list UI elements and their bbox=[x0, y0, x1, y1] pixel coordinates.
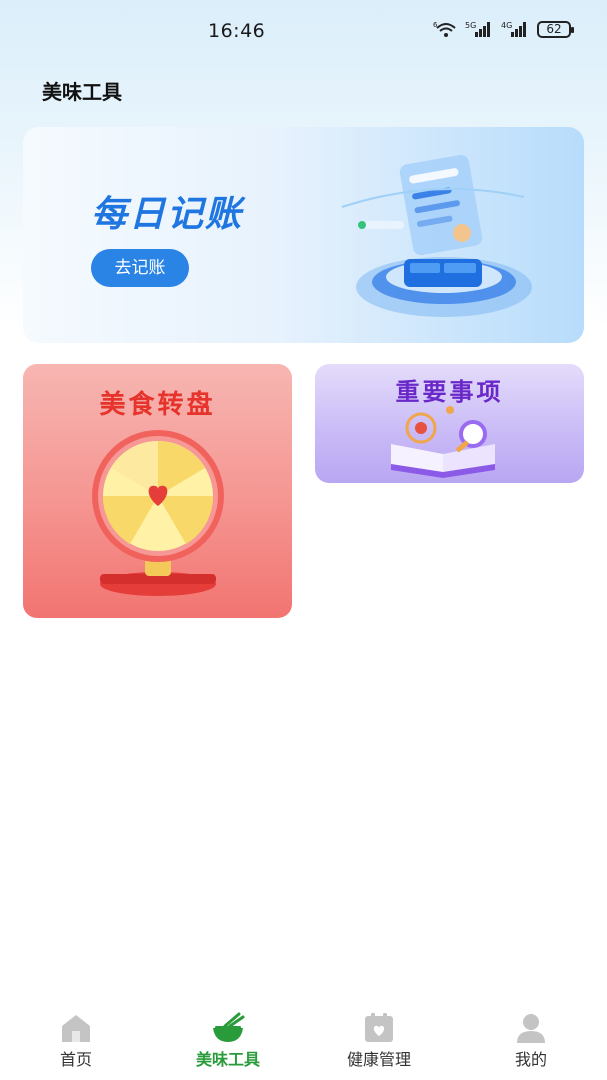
important-matters-title: 重要事项 bbox=[395, 378, 504, 406]
home-icon bbox=[62, 1015, 90, 1042]
status-bar: 16:46 6 5G 4G 62 bbox=[0, 0, 607, 62]
prize-wheel-icon bbox=[92, 430, 224, 596]
svg-text:5G: 5G bbox=[465, 21, 476, 30]
bottom-navigation: 首页 美味工具 健康管理 我的 bbox=[0, 1000, 607, 1080]
bookkeeping-illustration bbox=[341, 154, 532, 317]
health-calendar-icon bbox=[365, 1013, 393, 1042]
status-icons: 6 5G 4G 62 bbox=[433, 20, 574, 38]
nav-label-home: 首页 bbox=[59, 1050, 92, 1069]
svg-text:4G: 4G bbox=[501, 21, 512, 30]
nav-item-health[interactable]: 健康管理 bbox=[319, 1012, 439, 1072]
important-matters-card[interactable]: 重要事项 bbox=[315, 364, 584, 483]
page-title: 美味工具 bbox=[42, 80, 122, 104]
signal-4g-icon: 4G bbox=[501, 21, 526, 37]
profile-icon bbox=[517, 1014, 545, 1043]
bowl-icon bbox=[213, 1012, 245, 1042]
wifi-icon: 6 bbox=[433, 21, 456, 37]
nav-item-profile[interactable]: 我的 bbox=[471, 1012, 591, 1072]
status-time: 16:46 bbox=[208, 20, 266, 42]
banner-title: 每日记账 bbox=[91, 194, 244, 235]
food-wheel-card[interactable]: 美食转盘 bbox=[23, 364, 292, 618]
book-magnifier-icon bbox=[391, 406, 495, 478]
nav-item-tools[interactable]: 美味工具 bbox=[168, 1012, 288, 1072]
signal-5g-icon: 5G bbox=[465, 21, 490, 37]
nav-label-profile: 我的 bbox=[514, 1050, 547, 1069]
battery-indicator: 62 bbox=[537, 20, 574, 38]
nav-item-home[interactable]: 首页 bbox=[16, 1012, 136, 1072]
food-wheel-title: 美食转盘 bbox=[99, 390, 216, 420]
daily-bookkeeping-banner[interactable]: 每日记账 去记账 bbox=[23, 127, 584, 343]
nav-label-health: 健康管理 bbox=[346, 1050, 411, 1069]
nav-label-tools: 美味工具 bbox=[195, 1050, 260, 1069]
go-bookkeeping-button[interactable]: 去记账 bbox=[91, 249, 189, 287]
